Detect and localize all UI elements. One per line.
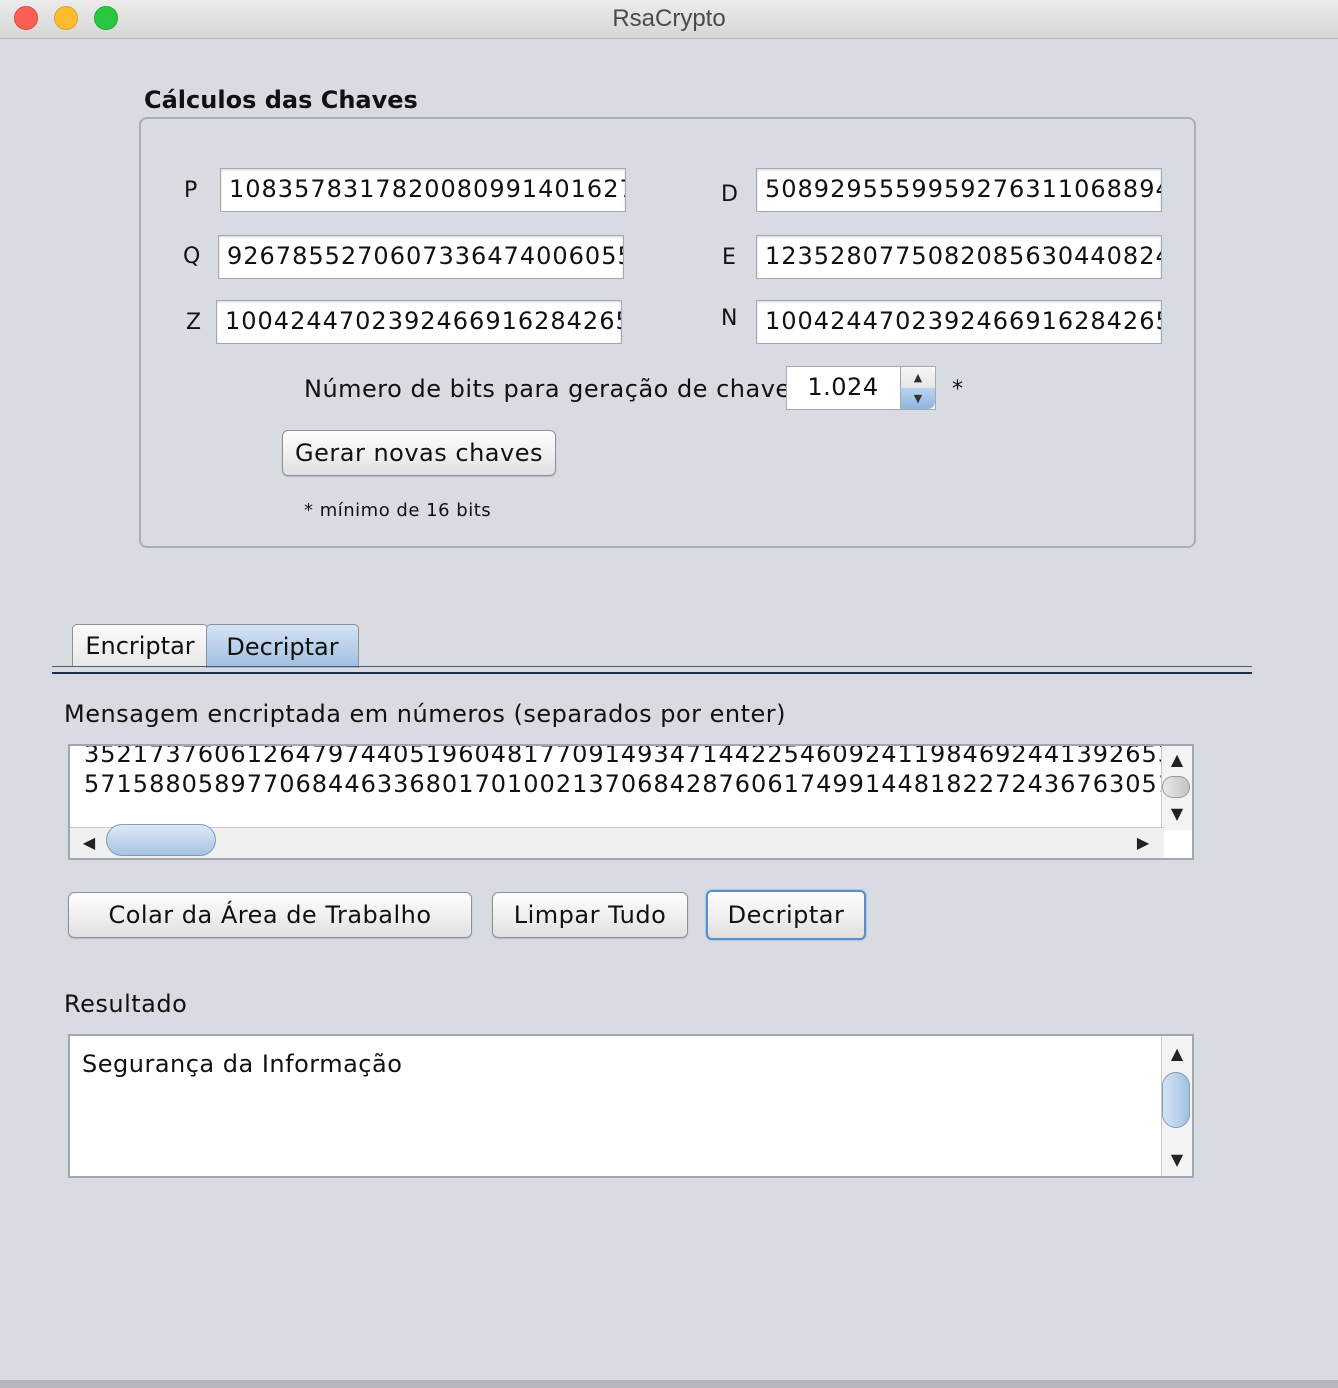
e-field[interactable]: 1235280775082085630440824 (756, 235, 1162, 279)
scroll-up-arrow-icon[interactable]: ▲ (1162, 750, 1192, 769)
result-vertical-scroll-thumb[interactable] (1162, 1072, 1190, 1128)
spinner-up-arrow-icon[interactable]: ▲ (901, 367, 935, 389)
generate-keys-button[interactable]: Gerar novas chaves (282, 430, 556, 476)
input-vertical-scroll-thumb[interactable] (1162, 776, 1190, 798)
result-scroll-up-arrow-icon[interactable]: ▲ (1162, 1044, 1192, 1063)
window-title: RsaCrypto (612, 5, 726, 32)
tab-divider (52, 666, 1252, 667)
decrypt-button[interactable]: Decriptar (706, 890, 866, 940)
tab-encriptar[interactable]: Encriptar (72, 624, 208, 666)
bits-value[interactable]: 1.024 (787, 373, 899, 401)
p-label: P (184, 178, 198, 203)
title-bar: RsaCrypto (0, 0, 1338, 39)
spinner-buttons: ▲ ▼ (900, 367, 935, 409)
encrypted-message-label: Mensagem encriptada em números (separado… (64, 700, 787, 728)
e-label: E (722, 245, 736, 270)
result-label: Resultado (64, 990, 188, 1018)
tab-decriptar[interactable]: Decriptar (206, 624, 359, 668)
z-label: Z (186, 310, 202, 335)
p-field[interactable]: 1083578317820080991401627 (220, 168, 626, 212)
input-horizontal-scrollbar[interactable]: ◀ ▶ (70, 824, 1164, 858)
input-horizontal-scroll-thumb[interactable] (106, 824, 216, 856)
n-field[interactable]: 1004244702392466916284265 (756, 300, 1162, 344)
paste-clipboard-button[interactable]: Colar da Área de Trabalho (68, 892, 472, 938)
encrypted-line-1: 3521737606126479744051960481770914934714… (84, 744, 1191, 768)
keys-group-title: Cálculos das Chaves (144, 86, 418, 114)
clear-all-button[interactable]: Limpar Tudo (492, 892, 688, 938)
d-label: D (721, 182, 738, 207)
window-bottom-edge (0, 1380, 1338, 1388)
result-scroll-down-arrow-icon[interactable]: ▼ (1162, 1150, 1192, 1169)
input-vertical-scrollbar[interactable]: ▲ ▼ (1161, 746, 1192, 830)
scroll-left-arrow-icon[interactable]: ◀ (74, 833, 104, 852)
required-asterisk: * (952, 377, 963, 402)
scroll-down-arrow-icon[interactable]: ▼ (1162, 804, 1192, 823)
bits-spinner[interactable]: 1.024 ▲ ▼ (786, 366, 936, 410)
encrypted-message-textarea[interactable]: 3521737606126479744051960481770914934714… (68, 744, 1194, 860)
bits-label: Número de bits para geração de chaves (304, 375, 804, 403)
result-vertical-scrollbar[interactable]: ▲ ▼ (1161, 1036, 1192, 1176)
scroll-right-arrow-icon[interactable]: ▶ (1128, 833, 1158, 852)
result-text: Segurança da Informação (82, 1050, 403, 1078)
z-field[interactable]: 1004244702392466916284265 (216, 300, 622, 344)
q-field[interactable]: 9267855270607336474006055 (218, 235, 624, 279)
d-field[interactable]: 5089295559959276311068894 (756, 168, 1162, 212)
min-bits-note: * mínimo de 16 bits (304, 500, 492, 521)
n-label: N (721, 306, 738, 331)
q-label: Q (183, 244, 201, 269)
tab-divider-dark (52, 672, 1252, 674)
spinner-down-arrow-icon[interactable]: ▼ (901, 388, 935, 409)
encrypted-line-2: 5715880589770684463368017010021370684287… (84, 770, 1191, 798)
result-textarea[interactable]: Segurança da Informação ▲ ▼ (68, 1034, 1194, 1178)
